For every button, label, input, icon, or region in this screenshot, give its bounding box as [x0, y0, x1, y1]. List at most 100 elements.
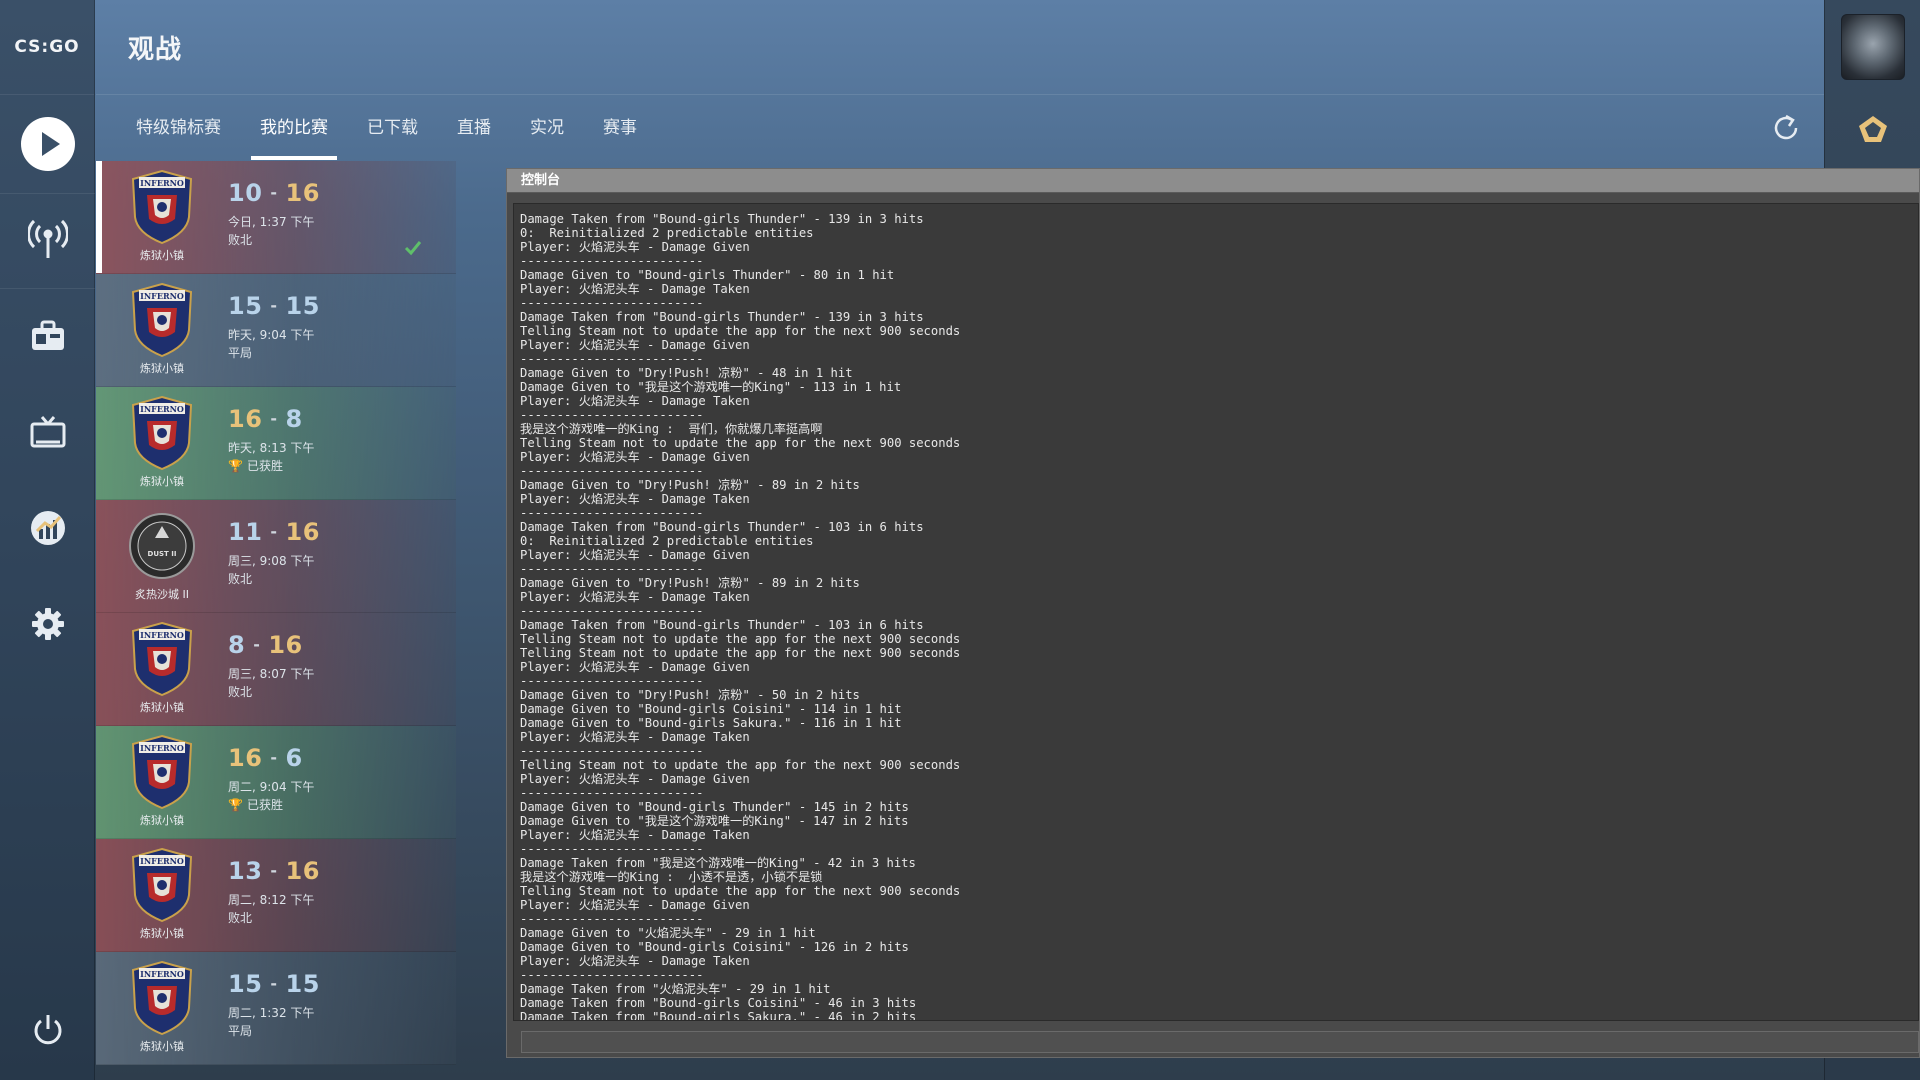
console-line: 我是这个游戏唯一的King : 小透不是透，小锁不是锁 [520, 870, 823, 884]
tab-my-matches[interactable]: 我的比赛 [251, 96, 337, 160]
match-row[interactable]: INFERNO 炼狱小镇 16-6 周二, 9:04 下午 🏆 已获胜 [96, 726, 456, 839]
page-header: 观战 [96, 0, 1824, 95]
tv-button[interactable] [0, 392, 95, 472]
console-line: Damage Given to "Dry!Push! 凉粉" - 89 in 2… [520, 478, 860, 492]
console-line: Damage Taken from "Bound-girls Thunder" … [520, 520, 924, 534]
score-left: 10 [228, 179, 263, 207]
score-right: 15 [285, 292, 320, 320]
tab-live[interactable]: 直播 [457, 96, 491, 160]
match-row[interactable]: INFERNO 炼狱小镇 15-15 昨天, 9:04 下午 平局 [96, 274, 456, 387]
tab-premier[interactable]: 特级锦标赛 [136, 96, 221, 160]
console-line: Damage Given to "火焰泥头车" - 29 in 1 hit [520, 926, 816, 940]
match-time: 周二, 9:04 下午 [228, 780, 315, 794]
console-window[interactable]: 控制台 Damage Taken from "Bound-girls Thund… [506, 168, 1920, 1058]
console-input[interactable] [521, 1031, 1919, 1053]
console-line: Telling Steam not to update the app for … [520, 436, 961, 450]
map-emblem-icon: INFERNO [131, 960, 193, 1036]
match-result: 败北 [228, 233, 253, 247]
match-row[interactable]: INFERNO 炼狱小镇 8-16 周三, 8:07 下午 败北 [96, 613, 456, 726]
console-title: 控制台 [507, 169, 1919, 193]
console-line: Player: 火焰泥头车 - Damage Given [520, 772, 750, 786]
console-line: 0: Reinitialized 2 predictable entities [520, 534, 814, 548]
console-line: Player: 火焰泥头车 - Damage Given [520, 548, 750, 562]
match-time: 周三, 8:07 下午 [228, 667, 315, 681]
map-emblem-icon: INFERNO [131, 621, 193, 697]
console-line: ------------------------- [520, 506, 704, 520]
score: 16-6 [228, 744, 303, 772]
page-title: 观战 [128, 34, 183, 65]
rank-icon[interactable] [1855, 112, 1891, 148]
play-button[interactable] [0, 104, 95, 184]
tab-events[interactable]: 赛事 [603, 96, 637, 160]
console-line: Player: 火焰泥头车 - Damage Given [520, 898, 750, 912]
console-line: 0: Reinitialized 2 predictable entities [520, 226, 814, 240]
svg-text:INFERNO: INFERNO [140, 856, 184, 866]
svg-text:INFERNO: INFERNO [140, 178, 184, 188]
console-line: ------------------------- [520, 464, 704, 478]
console-line: Telling Steam not to update the app for … [520, 884, 961, 898]
tab-bar: 特级锦标赛 我的比赛 已下载 直播 实况 赛事 [96, 96, 1824, 160]
map-name: 炼狱小镇 [140, 249, 184, 262]
match-result: 平局 [228, 346, 253, 360]
match-row[interactable]: INFERNO 炼狱小镇 15-15 周二, 1:32 下午 平局 [96, 952, 456, 1065]
console-line: Damage Given to "Bound-girls Thunder" - … [520, 268, 895, 282]
match-result: 败北 [228, 572, 253, 586]
map-name: 炙热沙城 II [135, 588, 189, 601]
map-emblem-icon: INFERNO [131, 169, 193, 245]
console-line: Player: 火焰泥头车 - Damage Taken [520, 394, 750, 408]
console-line: Player: 火焰泥头车 - Damage Taken [520, 828, 750, 842]
match-row[interactable]: INFERNO 炼狱小镇 13-16 周二, 8:12 下午 败北 [96, 839, 456, 952]
tab-streams[interactable]: 实况 [530, 96, 564, 160]
map-name: 炼狱小镇 [140, 814, 184, 827]
match-list: INFERNO 炼狱小镇 10-16 今日, 1:37 下午 败北 INFERN… [96, 161, 456, 1080]
settings-button[interactable] [0, 584, 95, 664]
score-right: 8 [285, 405, 303, 433]
map-emblem-icon: INFERNO [131, 282, 193, 358]
map-name: 炼狱小镇 [140, 1040, 184, 1053]
match-result: 败北 [228, 685, 253, 699]
csgo-logo[interactable]: CS:GO [0, 0, 94, 95]
power-button[interactable] [0, 990, 95, 1070]
watch-button[interactable] [0, 198, 95, 278]
console-output[interactable]: Damage Taken from "Bound-girls Thunder" … [513, 203, 1919, 1021]
score-left: 15 [228, 970, 263, 998]
map-name: 炼狱小镇 [140, 362, 184, 375]
console-line: Damage Taken from "Bound-girls Sakura." … [520, 1010, 917, 1020]
trophy-icon: 🏆 [228, 459, 243, 473]
score: 15-15 [228, 292, 320, 320]
refresh-icon[interactable] [1770, 112, 1802, 144]
match-time: 昨天, 8:13 下午 [228, 441, 315, 455]
map-name: 炼狱小镇 [140, 701, 184, 714]
console-line: Telling Steam not to update the app for … [520, 324, 961, 338]
match-time: 昨天, 9:04 下午 [228, 328, 315, 342]
map-emblem-icon: INFERNO [131, 734, 193, 810]
gear-icon [31, 608, 64, 640]
svg-text:INFERNO: INFERNO [140, 969, 184, 979]
console-line: Damage Given to "Bound-girls Sakura." - … [520, 716, 902, 730]
console-line: ------------------------- [520, 968, 704, 982]
match-time: 周二, 1:32 下午 [228, 1006, 315, 1020]
inventory-button[interactable] [0, 296, 95, 376]
stats-button[interactable] [0, 488, 95, 568]
score-right: 16 [285, 857, 320, 885]
match-result: 🏆 已获胜 [228, 798, 283, 812]
stats-icon [30, 511, 65, 545]
console-line: Player: 火焰泥头车 - Damage Given [520, 450, 750, 464]
console-line: Player: 火焰泥头车 - Damage Taken [520, 492, 750, 506]
tab-downloaded[interactable]: 已下载 [367, 96, 418, 160]
tv-icon [30, 416, 65, 448]
match-row[interactable]: DUST II 炙热沙城 II 11-16 周三, 9:08 下午 败北 [96, 500, 456, 613]
console-line: Damage Given to "Dry!Push! 凉粉" - 50 in 2… [520, 688, 860, 702]
score-left: 13 [228, 857, 263, 885]
match-row[interactable]: INFERNO 炼狱小镇 16-8 昨天, 8:13 下午 🏆 已获胜 [96, 387, 456, 500]
console-log: Damage Taken from "Bound-girls Thunder" … [520, 212, 1918, 1020]
score-left: 16 [228, 744, 263, 772]
console-line: 我是这个游戏唯一的King : 哥们，你就爆几率挺高啊 [520, 422, 823, 436]
score: 15-15 [228, 970, 320, 998]
avatar[interactable] [1841, 14, 1905, 80]
match-row[interactable]: INFERNO 炼狱小镇 10-16 今日, 1:37 下午 败北 [96, 161, 456, 274]
map-emblem-icon: INFERNO [131, 847, 193, 923]
console-line: Damage Taken from "Bound-girls Coisini" … [520, 996, 917, 1010]
console-line: Telling Steam not to update the app for … [520, 632, 961, 646]
console-line: ------------------------- [520, 786, 704, 800]
